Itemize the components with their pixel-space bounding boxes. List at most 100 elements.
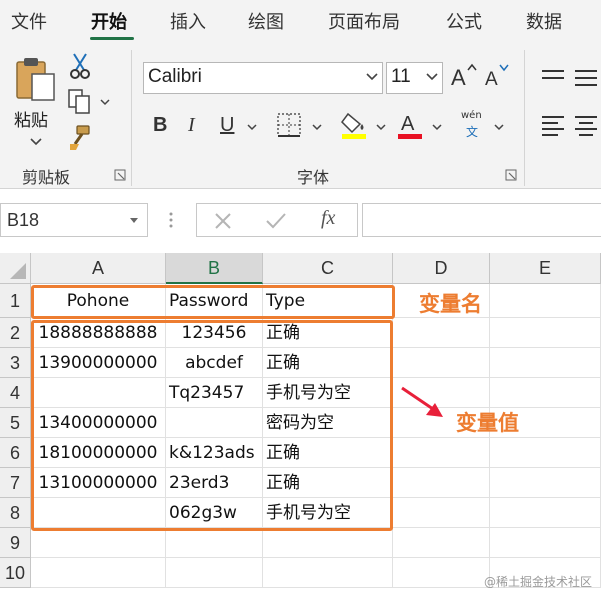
watermark: @稀土掘金技术社区 — [484, 575, 593, 589]
chevron-down-icon — [366, 73, 378, 81]
cell-b9[interactable] — [166, 528, 263, 558]
insert-function-button[interactable]: fx — [321, 207, 335, 230]
dialog-launcher-icon[interactable] — [114, 169, 126, 181]
tab-file[interactable]: 文件 — [11, 8, 47, 34]
svg-text:A: A — [485, 69, 498, 90]
paste-button[interactable]: 粘贴 — [10, 54, 62, 154]
svg-text:A: A — [451, 65, 466, 90]
tab-page-layout[interactable]: 页面布局 — [328, 8, 400, 34]
enter-check-icon[interactable] — [265, 211, 287, 231]
cell-e9[interactable] — [490, 528, 601, 558]
chevron-down-icon[interactable] — [432, 124, 442, 132]
row-header[interactable]: 7 — [0, 468, 31, 498]
align-left-icon[interactable] — [540, 114, 566, 138]
cut-icon[interactable] — [68, 52, 92, 80]
formula-input[interactable] — [362, 203, 601, 237]
column-header-d[interactable]: D — [393, 253, 490, 284]
cell-d3[interactable] — [393, 348, 490, 378]
tab-data[interactable]: 数据 — [526, 8, 562, 34]
phonetic-guide-button[interactable]: wén 文 — [458, 110, 488, 140]
bold-button[interactable]: B — [153, 114, 167, 137]
format-painter-icon[interactable] — [67, 124, 93, 152]
row-header[interactable]: 2 — [0, 318, 31, 348]
align-top-icon[interactable] — [540, 68, 566, 88]
arrow-icon — [401, 386, 443, 417]
tab-home[interactable]: 开始 — [91, 8, 127, 34]
select-all-button[interactable] — [0, 253, 31, 284]
font-name-combo[interactable]: Calibri — [143, 62, 383, 94]
column-header-b[interactable]: B — [166, 253, 263, 284]
tab-insert[interactable]: 插入 — [170, 8, 206, 34]
column-header-a[interactable]: A — [31, 253, 166, 284]
copy-dropdown-icon[interactable] — [100, 99, 110, 107]
cell-d10[interactable] — [393, 558, 490, 588]
cell-e8[interactable] — [490, 498, 601, 528]
borders-icon[interactable] — [276, 112, 302, 138]
formula-bar: B18 fx — [0, 189, 601, 253]
copy-icon[interactable] — [67, 88, 93, 116]
name-box-value: B18 — [7, 210, 40, 230]
formula-buttons: fx — [196, 203, 358, 237]
cell-d2[interactable] — [393, 318, 490, 348]
cell-e6[interactable] — [490, 438, 601, 468]
cell-c9[interactable] — [263, 528, 393, 558]
font-group-label: 字体 — [297, 168, 330, 187]
cell-a9[interactable] — [31, 528, 166, 558]
row-header[interactable]: 1 — [0, 284, 31, 318]
cancel-icon[interactable] — [213, 211, 233, 231]
cell-e7[interactable] — [490, 468, 601, 498]
tab-formulas[interactable]: 公式 — [446, 8, 482, 34]
tab-draw[interactable]: 绘图 — [248, 8, 284, 34]
chevron-down-icon[interactable] — [247, 124, 257, 132]
row-header[interactable]: 10 — [0, 558, 31, 588]
chevron-down-icon[interactable] — [376, 124, 386, 132]
cell-e3[interactable] — [490, 348, 601, 378]
cell-e1[interactable] — [490, 284, 601, 318]
chevron-down-icon[interactable] — [312, 124, 322, 132]
variable-name-highlight — [31, 285, 395, 319]
row-header[interactable]: 5 — [0, 408, 31, 438]
font-color-icon[interactable]: A — [396, 110, 426, 140]
decrease-font-size-icon[interactable]: A — [483, 62, 511, 90]
row-header[interactable]: 4 — [0, 378, 31, 408]
font-size-combo[interactable]: 11 — [386, 62, 443, 94]
group-separator — [131, 50, 132, 186]
paste-label: 粘贴 — [14, 111, 48, 131]
increase-font-size-icon[interactable]: A — [449, 62, 477, 90]
cell-a10[interactable] — [31, 558, 166, 588]
group-separator — [524, 50, 525, 186]
underline-button[interactable]: U — [220, 114, 234, 137]
variable-name-annotation: 变量名 — [419, 292, 482, 316]
cell-e4[interactable] — [490, 378, 601, 408]
cell-d8[interactable] — [393, 498, 490, 528]
row-header[interactable]: 6 — [0, 438, 31, 468]
chevron-down-icon — [426, 73, 438, 81]
row-header[interactable]: 8 — [0, 498, 31, 528]
cell-e2[interactable] — [490, 318, 601, 348]
variable-value-annotation: 变量值 — [456, 411, 519, 435]
cell-b10[interactable] — [166, 558, 263, 588]
italic-button[interactable]: I — [188, 114, 195, 137]
row-header[interactable]: 9 — [0, 528, 31, 558]
paste-icon — [16, 58, 55, 101]
cell-c10[interactable] — [263, 558, 393, 588]
active-tab-indicator — [90, 37, 134, 40]
more-options-icon[interactable] — [168, 211, 174, 231]
column-header-e[interactable]: E — [490, 253, 601, 284]
chevron-down-icon[interactable] — [494, 124, 504, 132]
variable-value-highlight — [31, 320, 393, 531]
ribbon-home: 粘贴 剪贴板 Calibri 11 A A B I U A wén 文 字体 — [0, 44, 601, 190]
fill-color-icon[interactable] — [340, 110, 370, 140]
column-header-c[interactable]: C — [263, 253, 393, 284]
name-box[interactable]: B18 — [0, 203, 148, 237]
phonetic-top-text: wén — [461, 110, 482, 121]
align-middle-icon[interactable] — [573, 68, 599, 88]
select-all-triangle-icon — [10, 263, 26, 279]
cell-d9[interactable] — [393, 528, 490, 558]
row-header[interactable]: 3 — [0, 348, 31, 378]
cell-d7[interactable] — [393, 468, 490, 498]
cell-d6[interactable] — [393, 438, 490, 468]
align-center-icon[interactable] — [573, 114, 599, 138]
font-size-value: 11 — [391, 66, 411, 87]
dialog-launcher-icon[interactable] — [505, 169, 517, 181]
